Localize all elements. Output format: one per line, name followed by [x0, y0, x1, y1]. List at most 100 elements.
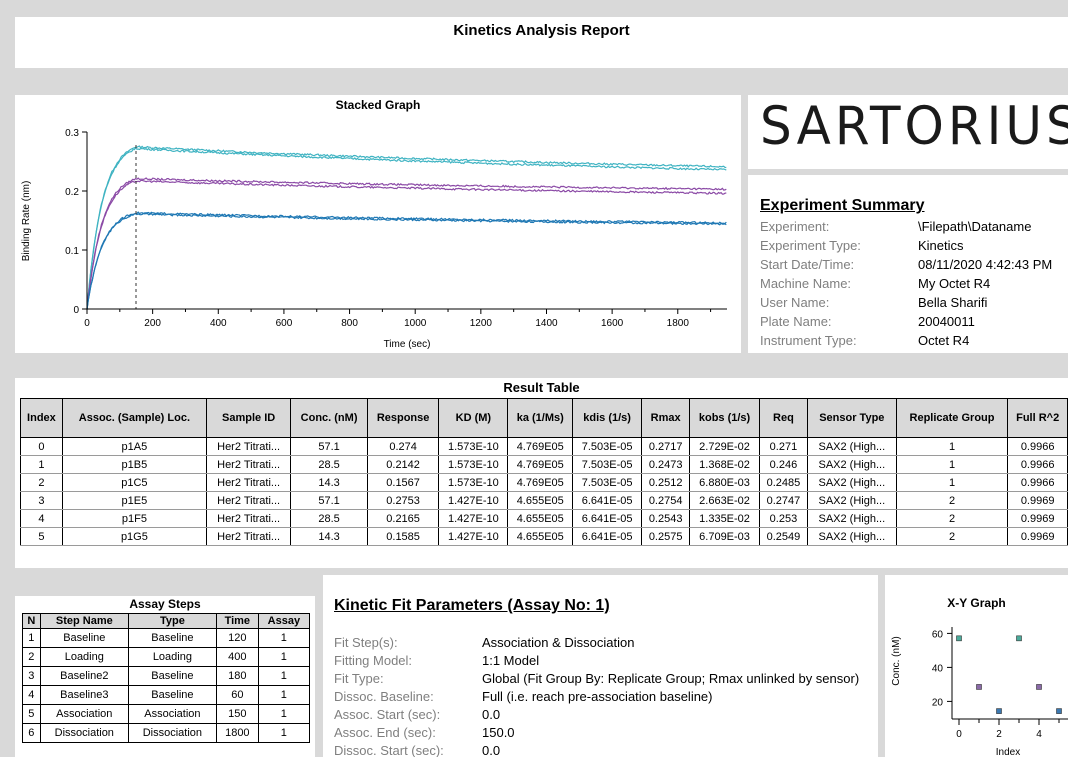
- summary-value: 20040011: [918, 314, 975, 329]
- result-table-cell: 0.246: [758, 455, 808, 474]
- result-table-cell: 0: [20, 437, 63, 456]
- assay-step-cell: Baseline2: [39, 666, 129, 686]
- xy-y-tick-label: 20: [932, 697, 944, 708]
- xy-x-label: Index: [996, 747, 1020, 757]
- binding-curve: [86, 145, 727, 309]
- kinetic-fit-label: Fit Type:: [334, 671, 384, 686]
- xy-data-point: [1036, 684, 1042, 690]
- kinetic-fit-label: Fit Step(s):: [334, 635, 398, 650]
- summary-value: 08/11/2020 4:42:43 PM: [918, 257, 1053, 272]
- result-table-cell: 6.641E-05: [572, 491, 643, 510]
- result-table-cell: 4.769E05: [507, 473, 574, 492]
- result-table-cell: 0.2753: [366, 491, 440, 510]
- result-table-cell: 4.769E05: [507, 437, 574, 456]
- result-table-cell: 2.729E-02: [689, 437, 760, 456]
- result-table-cell: 0.1567: [366, 473, 440, 492]
- result-table-cell: 6.709E-03: [689, 527, 760, 546]
- result-table-cell: 0.253: [758, 509, 808, 528]
- assay-column-header: N: [22, 613, 41, 629]
- y-tick-label: 0.2: [65, 187, 79, 198]
- report-title: Kinetics Analysis Report: [453, 22, 630, 39]
- result-table-cell: 7.503E-05: [572, 473, 643, 492]
- result-table-cell: 1.573E-10: [438, 437, 509, 456]
- summary-label: Instrument Type:: [760, 333, 857, 348]
- result-table-row: 3 p1E5 Her2 Titrati... 57.1 0.2753 1.427E-10 4…: [20, 491, 1068, 510]
- result-table-cell: Her2 Titrati...: [205, 527, 292, 546]
- result-table-cell: 14.3: [290, 527, 368, 546]
- assay-step-cell: 4: [22, 685, 41, 705]
- result-table-row: 1 p1B5 Her2 Titrati... 28.5 0.2142 1.573E-10 4…: [20, 455, 1068, 474]
- stacked-graph-chart: 0 200 400 600 800 1000 1200 1400 1600 1800 0 0.1 0.…: [21, 128, 727, 350]
- result-table-row: 0 p1A5 Her2 Titrati... 57.1 0.274 1.573E-10 4.…: [20, 437, 1068, 456]
- kinetic-fit-value: 0.0: [482, 743, 501, 757]
- result-table-cell: 1.573E-10: [438, 473, 509, 492]
- kinetic-fit-label: Assoc. Start (sec):: [334, 707, 441, 722]
- assay-column-header: Assay: [257, 613, 311, 629]
- kinetic-fit-title: Kinetic Fit Parameters (Assay No: 1): [334, 597, 610, 614]
- assay-step-cell: 1: [257, 704, 311, 724]
- xy-data-point: [976, 684, 982, 690]
- result-column-header: kobs (1/s): [689, 398, 760, 438]
- kinetic-fit-panel: Kinetic Fit Parameters (Assay No: 1) Fit…: [323, 575, 878, 757]
- result-table-cell: 3: [20, 491, 63, 510]
- logo-panel: SARTORIUS: [748, 95, 1068, 169]
- xy-graph-chart: 20 40 60 0 2 4 Index Conc. (nM): [891, 627, 1068, 757]
- result-table-cell: 0.9966: [1007, 437, 1068, 456]
- result-column-header: Response: [366, 398, 440, 438]
- experiment-summary-panel: Experiment Summary Experiment: \Filepath\…: [748, 175, 1068, 353]
- summary-label: Start Date/Time:: [760, 257, 855, 272]
- summary-value: Kinetics: [918, 238, 964, 253]
- stacked-x-label: Time (sec): [384, 339, 431, 350]
- summary-label: Experiment Type:: [760, 238, 861, 253]
- kinetic-fit-label: Dissoc. Baseline:: [334, 689, 434, 704]
- x-tick-label: 1400: [535, 318, 558, 329]
- result-table-cell: 0.271: [758, 437, 808, 456]
- xy-y-tick-label: 40: [932, 663, 944, 674]
- assay-step-row: 1 Baseline Baseline 120 1: [22, 628, 311, 648]
- y-tick-label: 0.1: [65, 246, 79, 257]
- assay-step-cell: 400: [215, 647, 259, 667]
- summary-title: Experiment Summary: [760, 197, 925, 214]
- result-table-cell: 0.2754: [641, 491, 691, 510]
- xy-data-point: [996, 708, 1002, 714]
- result-column-header: Conc. (nM): [290, 398, 368, 438]
- y-tick-label: 0.3: [65, 128, 79, 139]
- summary-value: Bella Sharifi: [918, 295, 988, 310]
- assay-step-cell: 1800: [215, 723, 259, 743]
- summary-value: Octet R4: [918, 333, 970, 348]
- result-table-cell: p1C5: [61, 473, 207, 492]
- result-table-cell: 2: [895, 527, 1009, 546]
- result-table-cell: 0.9966: [1007, 455, 1068, 474]
- kinetic-fit-label: Dissoc. Start (sec):: [334, 743, 444, 757]
- assay-step-cell: 1: [257, 666, 311, 686]
- assay-step-cell: Baseline3: [39, 685, 129, 705]
- assay-step-cell: Loading: [127, 647, 217, 667]
- result-table-cell: p1A5: [61, 437, 207, 456]
- result-table-cell: 28.5: [290, 509, 368, 528]
- title-panel: Kinetics Analysis Report: [15, 17, 1068, 68]
- xy-x-tick-label: 0: [956, 729, 962, 740]
- result-table-cell: SAX2 (High...: [806, 509, 897, 528]
- xy-graph-panel: X-Y Graph 20 40 60 0 2 4 Index Conc. (nM): [885, 575, 1068, 757]
- result-table-cell: 1: [895, 473, 1009, 492]
- kinetic-fit-value: 1:1 Model: [482, 653, 540, 668]
- result-table-cell: 0.9969: [1007, 509, 1068, 528]
- xy-data-point: [1016, 635, 1022, 642]
- assay-step-cell: Dissociation: [127, 723, 217, 743]
- xy-data-point: [956, 635, 962, 642]
- result-table-cell: 2: [20, 473, 63, 492]
- result-table-cell: Her2 Titrati...: [205, 437, 292, 456]
- summary-label: Machine Name:: [760, 276, 852, 291]
- result-table-cell: 7.503E-05: [572, 455, 643, 474]
- assay-step-row: 3 Baseline2 Baseline 180 1: [22, 666, 311, 686]
- result-table-cell: 7.503E-05: [572, 437, 643, 456]
- result-table-cell: 0.2473: [641, 455, 691, 474]
- result-table-cell: Her2 Titrati...: [205, 509, 292, 528]
- binding-curve: [86, 177, 727, 310]
- binding-curve: [86, 179, 727, 310]
- kinetic-fit-label: Assoc. End (sec):: [334, 725, 436, 740]
- result-table-cell: p1E5: [61, 491, 207, 510]
- assay-step-cell: 1: [257, 628, 311, 648]
- result-table-cell: 2.663E-02: [689, 491, 760, 510]
- stacked-y-label: Binding Rate (nm): [21, 181, 32, 262]
